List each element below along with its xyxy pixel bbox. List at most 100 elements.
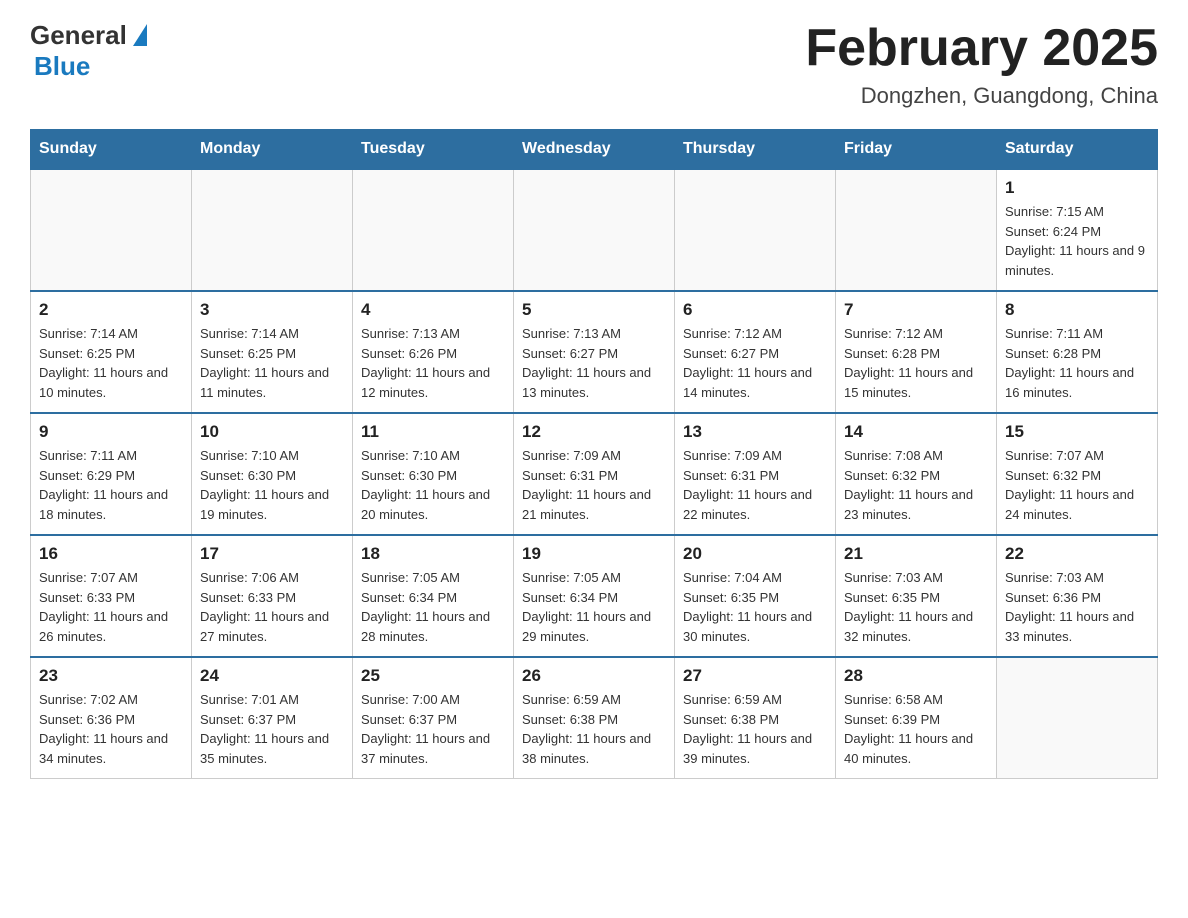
day-info: Sunrise: 7:05 AMSunset: 6:34 PMDaylight:… [522,568,666,646]
day-info: Sunrise: 7:11 AMSunset: 6:29 PMDaylight:… [39,446,183,524]
day-info: Sunrise: 7:03 AMSunset: 6:36 PMDaylight:… [1005,568,1149,646]
calendar-cell: 10Sunrise: 7:10 AMSunset: 6:30 PMDayligh… [192,413,353,535]
calendar-cell [836,169,997,291]
calendar-cell [514,169,675,291]
calendar-cell [192,169,353,291]
logo-blue-text: Blue [34,51,90,82]
day-number: 18 [361,544,505,564]
calendar-week-row: 2 Sunrise: 7:14 AMSunset: 6:25 PMDaylight… [31,291,1158,413]
day-number: 20 [683,544,827,564]
logo-line2: Blue [30,51,147,82]
day-number: 6 [683,300,827,320]
day-number: 3 [200,300,344,320]
calendar-subtitle: Dongzhen, Guangdong, China [805,83,1158,109]
day-info: Sunrise: 7:04 AMSunset: 6:35 PMDaylight:… [683,568,827,646]
weekday-header-thursday: Thursday [675,130,836,170]
calendar-header-row: SundayMondayTuesdayWednesdayThursdayFrid… [31,130,1158,170]
calendar-week-row: 23 Sunrise: 7:02 AMSunset: 6:36 PMDayligh… [31,657,1158,779]
day-number: 19 [522,544,666,564]
day-info: Sunrise: 7:00 AMSunset: 6:37 PMDaylight:… [361,690,505,768]
day-number: 2 [39,300,183,320]
calendar-cell: 21 Sunrise: 7:03 AMSunset: 6:35 PMDayligh… [836,535,997,657]
calendar-cell: 12Sunrise: 7:09 AMSunset: 6:31 PMDayligh… [514,413,675,535]
day-info: Sunrise: 7:06 AMSunset: 6:33 PMDaylight:… [200,568,344,646]
day-info: Sunrise: 7:12 AMSunset: 6:27 PMDaylight:… [683,324,827,402]
calendar-cell: 17Sunrise: 7:06 AMSunset: 6:33 PMDayligh… [192,535,353,657]
day-info: Sunrise: 7:07 AMSunset: 6:32 PMDaylight:… [1005,446,1149,524]
day-info: Sunrise: 7:05 AMSunset: 6:34 PMDaylight:… [361,568,505,646]
weekday-header-friday: Friday [836,130,997,170]
day-number: 16 [39,544,183,564]
calendar-cell: 3 Sunrise: 7:14 AMSunset: 6:25 PMDaylight… [192,291,353,413]
calendar-week-row: 16 Sunrise: 7:07 AMSunset: 6:33 PMDayligh… [31,535,1158,657]
weekday-header-monday: Monday [192,130,353,170]
day-number: 15 [1005,422,1149,442]
day-info: Sunrise: 7:07 AMSunset: 6:33 PMDaylight:… [39,568,183,646]
calendar-cell: 7 Sunrise: 7:12 AMSunset: 6:28 PMDaylight… [836,291,997,413]
calendar-cell: 13 Sunrise: 7:09 AMSunset: 6:31 PMDayligh… [675,413,836,535]
day-number: 27 [683,666,827,686]
day-info: Sunrise: 7:10 AMSunset: 6:30 PMDaylight:… [361,446,505,524]
day-number: 23 [39,666,183,686]
calendar-cell [997,657,1158,779]
calendar-cell: 2 Sunrise: 7:14 AMSunset: 6:25 PMDaylight… [31,291,192,413]
day-number: 1 [1005,178,1149,198]
calendar-cell: 22 Sunrise: 7:03 AMSunset: 6:36 PMDayligh… [997,535,1158,657]
day-number: 11 [361,422,505,442]
day-info: Sunrise: 7:11 AMSunset: 6:28 PMDaylight:… [1005,324,1149,402]
calendar-table: SundayMondayTuesdayWednesdayThursdayFrid… [30,129,1158,779]
title-block: February 2025 Dongzhen, Guangdong, China [805,20,1158,109]
day-number: 25 [361,666,505,686]
day-info: Sunrise: 6:59 AMSunset: 6:38 PMDaylight:… [522,690,666,768]
day-info: Sunrise: 7:13 AMSunset: 6:27 PMDaylight:… [522,324,666,402]
logo-triangle-icon [133,24,147,46]
page-header: General Blue February 2025 Dongzhen, Gua… [30,20,1158,109]
logo-icon-area [130,26,147,46]
day-number: 9 [39,422,183,442]
day-info: Sunrise: 7:01 AMSunset: 6:37 PMDaylight:… [200,690,344,768]
calendar-cell [675,169,836,291]
day-info: Sunrise: 7:13 AMSunset: 6:26 PMDaylight:… [361,324,505,402]
calendar-cell: 9 Sunrise: 7:11 AMSunset: 6:29 PMDaylight… [31,413,192,535]
calendar-cell [31,169,192,291]
calendar-cell: 1 Sunrise: 7:15 AMSunset: 6:24 PMDaylight… [997,169,1158,291]
day-number: 24 [200,666,344,686]
day-number: 28 [844,666,988,686]
day-info: Sunrise: 7:10 AMSunset: 6:30 PMDaylight:… [200,446,344,524]
day-number: 7 [844,300,988,320]
day-number: 5 [522,300,666,320]
calendar-cell: 6 Sunrise: 7:12 AMSunset: 6:27 PMDaylight… [675,291,836,413]
logo-line1: General [30,20,147,51]
calendar-cell: 19 Sunrise: 7:05 AMSunset: 6:34 PMDayligh… [514,535,675,657]
day-info: Sunrise: 7:09 AMSunset: 6:31 PMDaylight:… [522,446,666,524]
day-info: Sunrise: 7:08 AMSunset: 6:32 PMDaylight:… [844,446,988,524]
day-number: 13 [683,422,827,442]
day-number: 22 [1005,544,1149,564]
calendar-week-row: 1 Sunrise: 7:15 AMSunset: 6:24 PMDaylight… [31,169,1158,291]
day-info: Sunrise: 7:14 AMSunset: 6:25 PMDaylight:… [39,324,183,402]
calendar-cell: 20 Sunrise: 7:04 AMSunset: 6:35 PMDayligh… [675,535,836,657]
calendar-cell: 4 Sunrise: 7:13 AMSunset: 6:26 PMDaylight… [353,291,514,413]
day-info: Sunrise: 7:12 AMSunset: 6:28 PMDaylight:… [844,324,988,402]
logo: General Blue [30,20,147,82]
day-number: 26 [522,666,666,686]
weekday-header-wednesday: Wednesday [514,130,675,170]
day-info: Sunrise: 7:02 AMSunset: 6:36 PMDaylight:… [39,690,183,768]
calendar-cell: 28Sunrise: 6:58 AMSunset: 6:39 PMDayligh… [836,657,997,779]
calendar-cell: 18 Sunrise: 7:05 AMSunset: 6:34 PMDayligh… [353,535,514,657]
calendar-cell: 16 Sunrise: 7:07 AMSunset: 6:33 PMDayligh… [31,535,192,657]
day-info: Sunrise: 7:15 AMSunset: 6:24 PMDaylight:… [1005,202,1149,280]
day-info: Sunrise: 7:09 AMSunset: 6:31 PMDaylight:… [683,446,827,524]
calendar-cell: 11 Sunrise: 7:10 AMSunset: 6:30 PMDayligh… [353,413,514,535]
day-number: 8 [1005,300,1149,320]
day-number: 21 [844,544,988,564]
calendar-cell [353,169,514,291]
calendar-week-row: 9 Sunrise: 7:11 AMSunset: 6:29 PMDaylight… [31,413,1158,535]
calendar-cell: 23 Sunrise: 7:02 AMSunset: 6:36 PMDayligh… [31,657,192,779]
day-info: Sunrise: 7:14 AMSunset: 6:25 PMDaylight:… [200,324,344,402]
day-number: 4 [361,300,505,320]
calendar-cell: 25 Sunrise: 7:00 AMSunset: 6:37 PMDayligh… [353,657,514,779]
calendar-title: February 2025 [805,20,1158,77]
day-info: Sunrise: 7:03 AMSunset: 6:35 PMDaylight:… [844,568,988,646]
calendar-cell: 24 Sunrise: 7:01 AMSunset: 6:37 PMDayligh… [192,657,353,779]
